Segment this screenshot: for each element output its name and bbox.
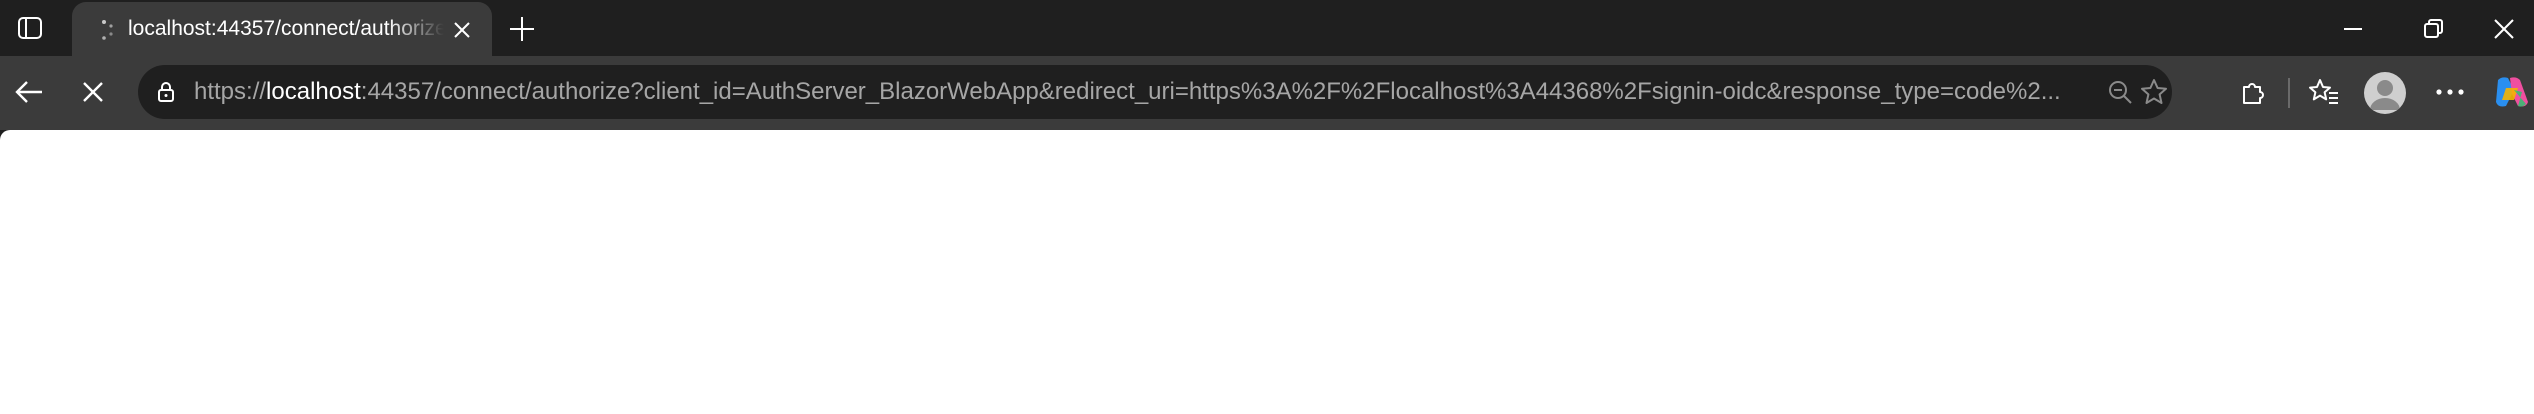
- minimize-button[interactable]: [2323, 4, 2383, 54]
- favorites-button[interactable]: [2302, 70, 2346, 114]
- lock-icon: [154, 80, 178, 104]
- star-icon: [2139, 77, 2169, 107]
- address-bar[interactable]: https://localhost:44357/connect/authoriz…: [138, 65, 2172, 119]
- page-content: [0, 130, 2534, 414]
- close-icon: [452, 20, 472, 40]
- profile-button[interactable]: [2364, 72, 2406, 114]
- url-text[interactable]: https://localhost:44357/connect/authoriz…: [194, 65, 2096, 119]
- copilot-icon: [2492, 74, 2532, 110]
- restore-icon: [2422, 18, 2444, 40]
- tab-close-button[interactable]: [444, 12, 480, 48]
- toolbar-divider: [2288, 78, 2290, 108]
- zoom-button[interactable]: [2102, 74, 2138, 110]
- puzzle-icon: [2238, 77, 2268, 107]
- new-tab-button[interactable]: [502, 9, 542, 49]
- more-button[interactable]: [2428, 70, 2472, 114]
- navigation-toolbar: https://localhost:44357/connect/authoriz…: [0, 56, 2534, 130]
- add-favorite-button[interactable]: [2136, 74, 2172, 110]
- loading-spinner-icon: [92, 16, 120, 44]
- avatar-icon: [2364, 72, 2406, 114]
- tab-title: localhost:44357/connect/authorize?client…: [128, 17, 444, 40]
- stop-icon: [81, 80, 105, 104]
- copilot-button[interactable]: [2490, 70, 2534, 114]
- stop-loading-button[interactable]: [71, 70, 115, 114]
- tab-active[interactable]: localhost:44357/connect/authorize?client…: [72, 2, 492, 58]
- more-icon: [2435, 87, 2465, 97]
- back-button[interactable]: [7, 70, 51, 114]
- extensions-button[interactable]: [2231, 70, 2275, 114]
- tab-strip: localhost:44357/connect/authorize?client…: [0, 0, 2534, 58]
- close-icon: [2493, 18, 2515, 40]
- url-scheme: https://: [194, 78, 267, 105]
- favorites-icon: [2308, 77, 2340, 107]
- tab-actions-button[interactable]: [10, 10, 50, 46]
- restore-button[interactable]: [2403, 4, 2463, 54]
- site-info-button[interactable]: [148, 74, 184, 110]
- plus-icon: [508, 15, 536, 43]
- zoom-out-icon: [2106, 78, 2134, 106]
- back-arrow-icon: [14, 77, 44, 107]
- minimize-icon: [2342, 18, 2364, 40]
- url-host: localhost: [266, 78, 361, 105]
- close-window-button[interactable]: [2474, 4, 2534, 54]
- tab-actions-icon: [16, 14, 44, 42]
- url-path: :44357/connect/authorize?client_id=AuthS…: [360, 78, 2061, 105]
